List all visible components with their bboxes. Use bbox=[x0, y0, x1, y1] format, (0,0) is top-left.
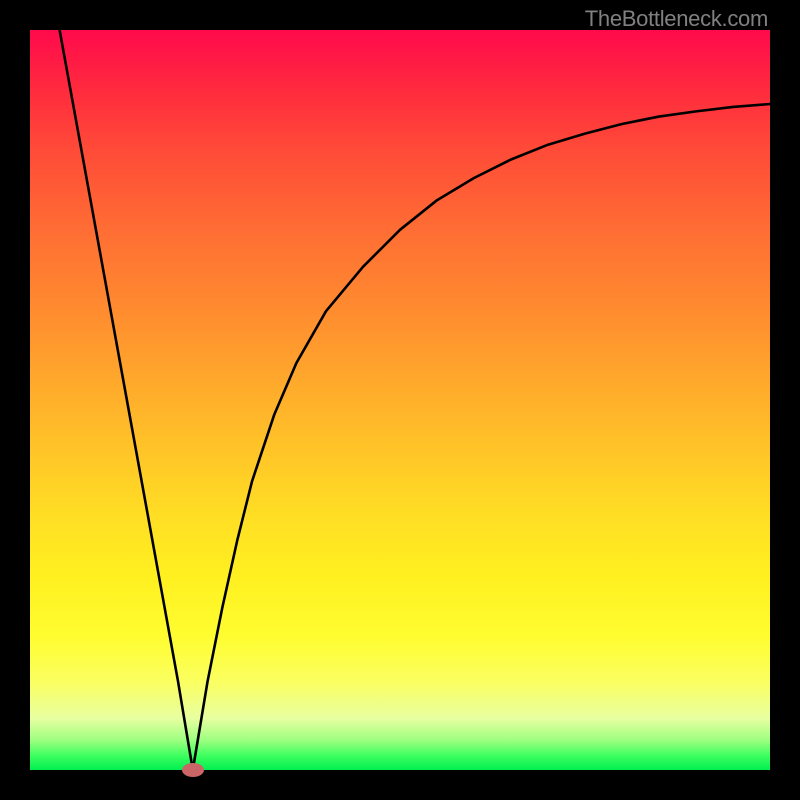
watermark-text: TheBottleneck.com bbox=[585, 6, 768, 32]
plot-area bbox=[30, 30, 770, 770]
chart-frame: TheBottleneck.com bbox=[0, 0, 800, 800]
bottleneck-curve bbox=[30, 30, 770, 770]
minimum-marker bbox=[182, 763, 204, 777]
